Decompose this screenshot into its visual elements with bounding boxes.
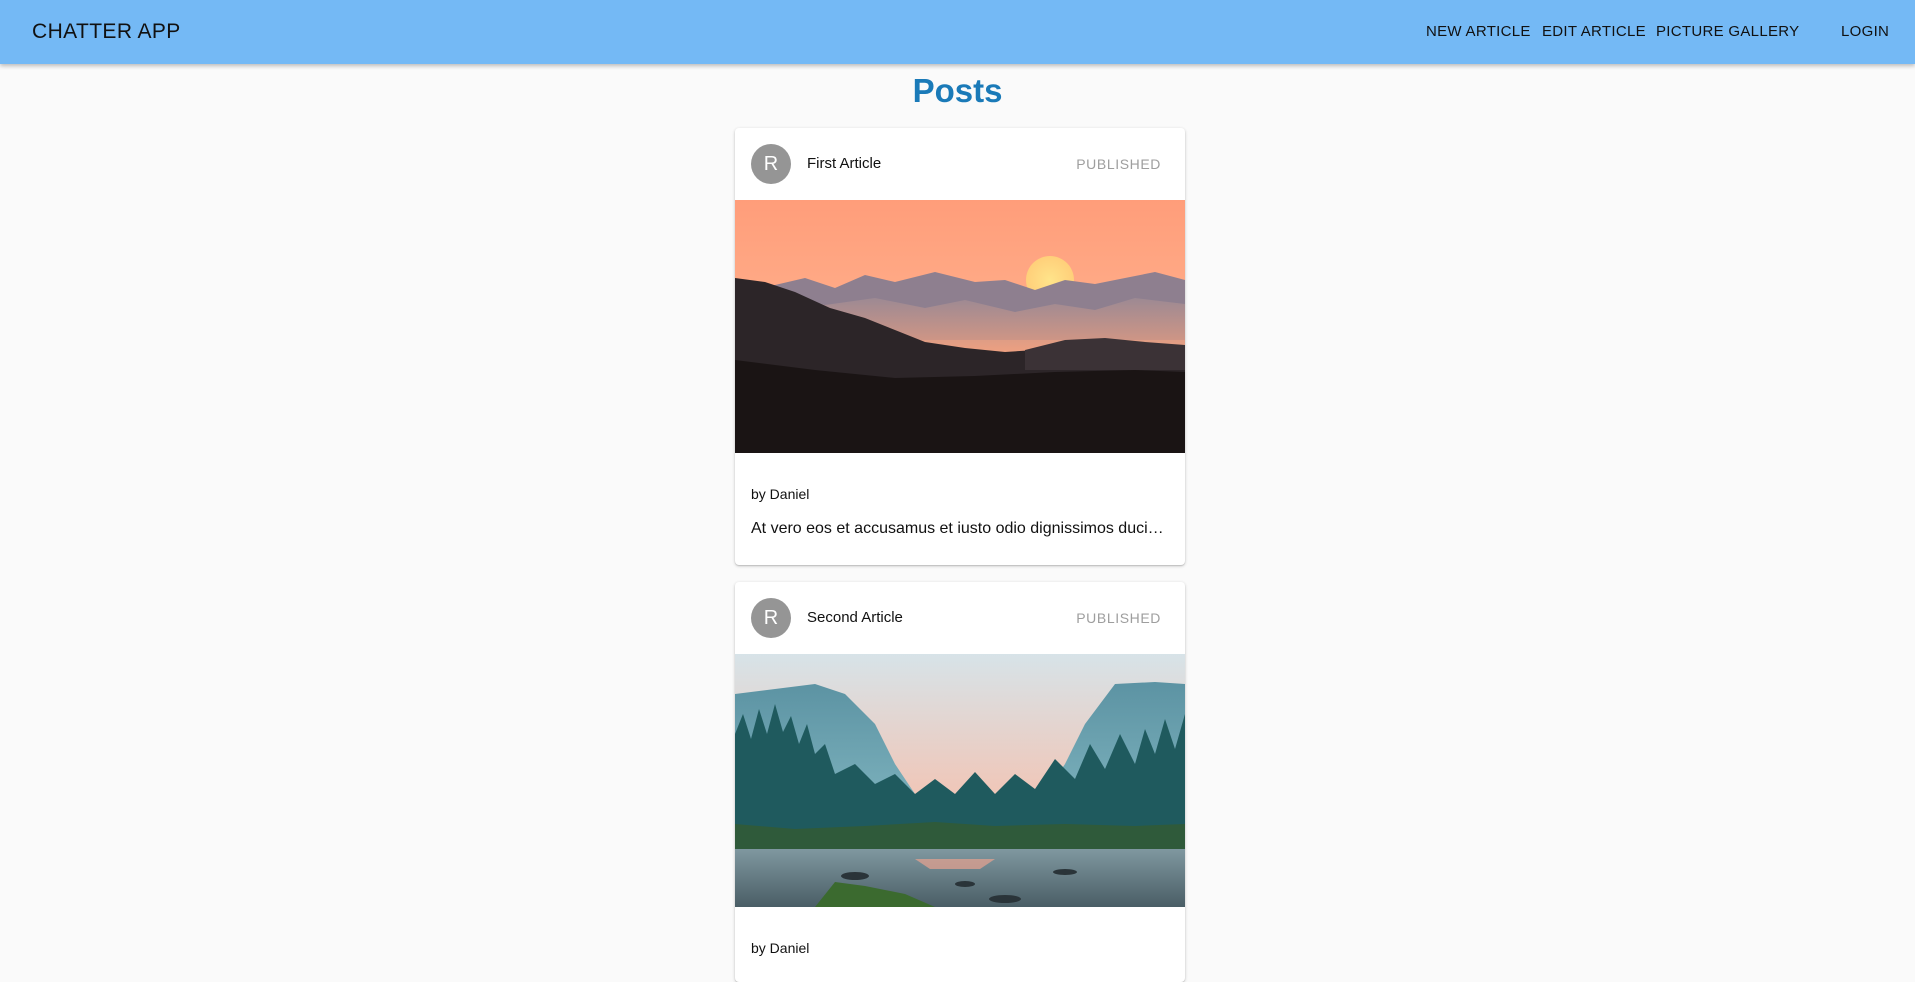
- nav-picture-gallery[interactable]: PICTURE GALLERY: [1656, 0, 1799, 64]
- forest-river-valley-image: [735, 654, 1185, 907]
- post-title: First Article: [807, 155, 882, 172]
- post-title: Second Article: [807, 609, 903, 626]
- post-card: R First Article PUBLISHED by Daniel At v…: [735, 128, 1185, 565]
- page-title: Posts: [912, 72, 1003, 109]
- post-excerpt: At vero eos et accusamus et iusto odio d…: [751, 520, 1169, 537]
- card-header: R First Article PUBLISHED: [735, 128, 1185, 200]
- app-bar: CHATTER APP NEW ARTICLE EDIT ARTICLE PIC…: [0, 0, 1915, 64]
- nav-edit-article[interactable]: EDIT ARTICLE: [1542, 0, 1646, 64]
- nav-login[interactable]: LOGIN: [1841, 0, 1889, 64]
- post-card: R Second Article PUBLISHED by Daniel: [735, 582, 1185, 982]
- avatar: R: [751, 598, 791, 638]
- sunset-mountains-image: [735, 200, 1185, 453]
- status-badge[interactable]: PUBLISHED: [1076, 128, 1161, 200]
- app-title[interactable]: CHATTER APP: [32, 0, 181, 64]
- post-author: by Daniel: [751, 486, 810, 502]
- card-header: R Second Article PUBLISHED: [735, 582, 1185, 654]
- avatar: R: [751, 144, 791, 184]
- status-badge[interactable]: PUBLISHED: [1076, 582, 1161, 654]
- post-author: by Daniel: [751, 940, 810, 956]
- nav-new-article[interactable]: NEW ARTICLE: [1426, 0, 1531, 64]
